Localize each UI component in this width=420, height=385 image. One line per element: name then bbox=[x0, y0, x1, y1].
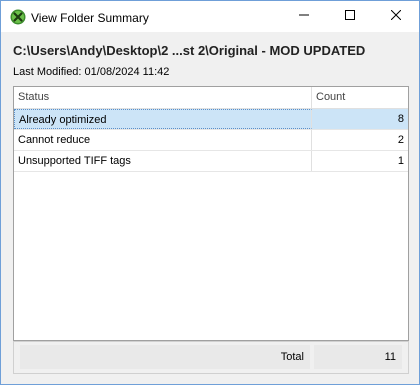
table-header: Status Count bbox=[14, 87, 408, 109]
table-row[interactable]: Already optimized 8 bbox=[14, 109, 408, 130]
count-cell: 1 bbox=[397, 155, 404, 167]
status-cell: Already optimized bbox=[14, 109, 312, 129]
table-row[interactable]: Unsupported TIFF tags 1 bbox=[14, 151, 408, 172]
column-header-count[interactable]: Count bbox=[312, 87, 408, 108]
count-cell: 8 bbox=[397, 113, 404, 125]
folder-path-title: C:\Users\Andy\Desktop\2 ...st 2\Original… bbox=[13, 43, 366, 58]
count-cell: 2 bbox=[397, 134, 404, 146]
title-bar[interactable]: View Folder Summary bbox=[1, 1, 419, 32]
column-header-status[interactable]: Status bbox=[14, 87, 312, 108]
close-icon bbox=[390, 9, 402, 23]
summary-window: View Folder Summary C:\Users\Andy\Deskto… bbox=[0, 0, 420, 385]
total-value: 11 bbox=[314, 345, 402, 369]
maximize-icon bbox=[345, 10, 355, 23]
summary-table: Status Count Already optimized 8 Cannot … bbox=[13, 86, 409, 341]
minimize-button[interactable] bbox=[281, 1, 327, 32]
table-row[interactable]: Cannot reduce 2 bbox=[14, 130, 408, 151]
totals-footer: Total 11 bbox=[13, 341, 409, 374]
close-button[interactable] bbox=[373, 1, 419, 32]
total-label: Total bbox=[20, 345, 310, 369]
status-cell: Unsupported TIFF tags bbox=[14, 151, 312, 171]
status-cell: Cannot reduce bbox=[14, 130, 312, 150]
minimize-icon bbox=[299, 10, 309, 23]
window-title: View Folder Summary bbox=[31, 11, 149, 25]
maximize-button[interactable] bbox=[327, 1, 373, 32]
last-modified-label: Last Modified: 01/08/2024 11:42 bbox=[13, 66, 170, 78]
app-logo-icon bbox=[10, 9, 26, 25]
